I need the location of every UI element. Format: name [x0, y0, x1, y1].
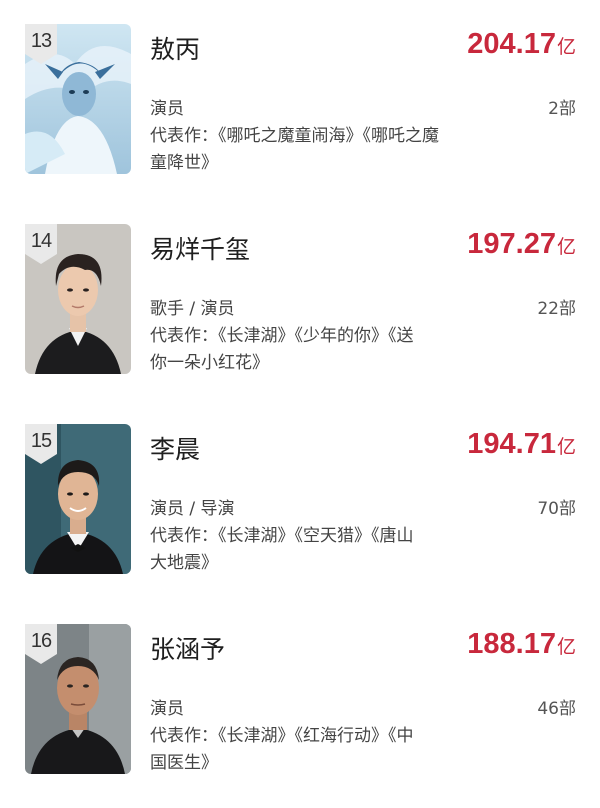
actor-name[interactable]: 李晨	[150, 430, 200, 466]
box-office-total: 204.17亿	[467, 28, 576, 61]
actor-role: 歌手 / 演员	[150, 299, 235, 319]
actor-role: 演员	[150, 99, 184, 119]
rank-number: 13	[30, 30, 52, 52]
ranking-row[interactable]: 15 李晨 194.71亿 演员 / 导演 70部 代表作：《长津湖》《空天猎》…	[0, 424, 600, 584]
rank-number: 14	[30, 230, 52, 252]
ranking-row[interactable]: 14 易烊千玺 197.27亿 歌手 / 演员 22部 代表作：《长津湖》《少年…	[0, 224, 600, 384]
box-office-total: 197.27亿	[467, 228, 576, 261]
box-office-unit: 亿	[556, 236, 576, 258]
actor-name[interactable]: 敖丙	[150, 30, 200, 66]
actor-ranking-list: 13 敖丙 204.17亿 演员 2部 代表作：《哪吒之魔童闹海》《哪吒之魔 童…	[0, 0, 600, 808]
works-line: 童降世》	[150, 153, 218, 173]
film-count: 70部	[537, 499, 576, 519]
box-office-unit: 亿	[556, 436, 576, 458]
representative-works: 代表作：《长津湖》《少年的你》《送 你一朵小红花》	[150, 323, 525, 377]
works-line: 大地震》	[150, 553, 218, 573]
actor-name[interactable]: 易烊千玺	[150, 230, 250, 266]
box-office-total: 188.17亿	[467, 628, 576, 661]
works-line: 代表作：《长津湖》《空天猎》《唐山	[150, 526, 414, 546]
rank-badge-icon: 13	[25, 24, 57, 64]
box-office-value: 204.17	[467, 28, 556, 60]
rank-badge-icon: 14	[25, 224, 57, 264]
rank-badge-icon: 15	[25, 424, 57, 464]
actor-role: 演员	[150, 699, 184, 719]
box-office-unit: 亿	[556, 636, 576, 658]
rank-number: 15	[30, 430, 52, 452]
representative-works: 代表作：《哪吒之魔童闹海》《哪吒之魔 童降世》	[150, 123, 525, 177]
works-line: 代表作：《哪吒之魔童闹海》《哪吒之魔	[150, 126, 439, 146]
works-line: 你一朵小红花》	[150, 353, 269, 373]
representative-works: 代表作：《长津湖》《空天猎》《唐山 大地震》	[150, 523, 525, 577]
ranking-row[interactable]: 16 张涵予 188.17亿 演员 46部 代表作：《长津湖》《红海行动》《中 …	[0, 624, 600, 784]
actor-name[interactable]: 张涵予	[150, 630, 225, 666]
box-office-value: 194.71	[467, 428, 556, 460]
ranking-row[interactable]: 13 敖丙 204.17亿 演员 2部 代表作：《哪吒之魔童闹海》《哪吒之魔 童…	[0, 24, 600, 184]
box-office-value: 197.27	[467, 228, 556, 260]
representative-works: 代表作：《长津湖》《红海行动》《中 国医生》	[150, 723, 525, 777]
actor-role: 演员 / 导演	[150, 499, 235, 519]
box-office-value: 188.17	[467, 628, 556, 660]
box-office-total: 194.71亿	[467, 428, 576, 461]
film-count: 2部	[548, 99, 576, 119]
film-count: 22部	[537, 299, 576, 319]
rank-badge-icon: 16	[25, 624, 57, 664]
works-line: 国医生》	[150, 753, 218, 773]
rank-number: 16	[30, 630, 52, 652]
box-office-unit: 亿	[556, 36, 576, 58]
works-line: 代表作：《长津湖》《少年的你》《送	[150, 326, 414, 346]
film-count: 46部	[537, 699, 576, 719]
works-line: 代表作：《长津湖》《红海行动》《中	[150, 726, 414, 746]
